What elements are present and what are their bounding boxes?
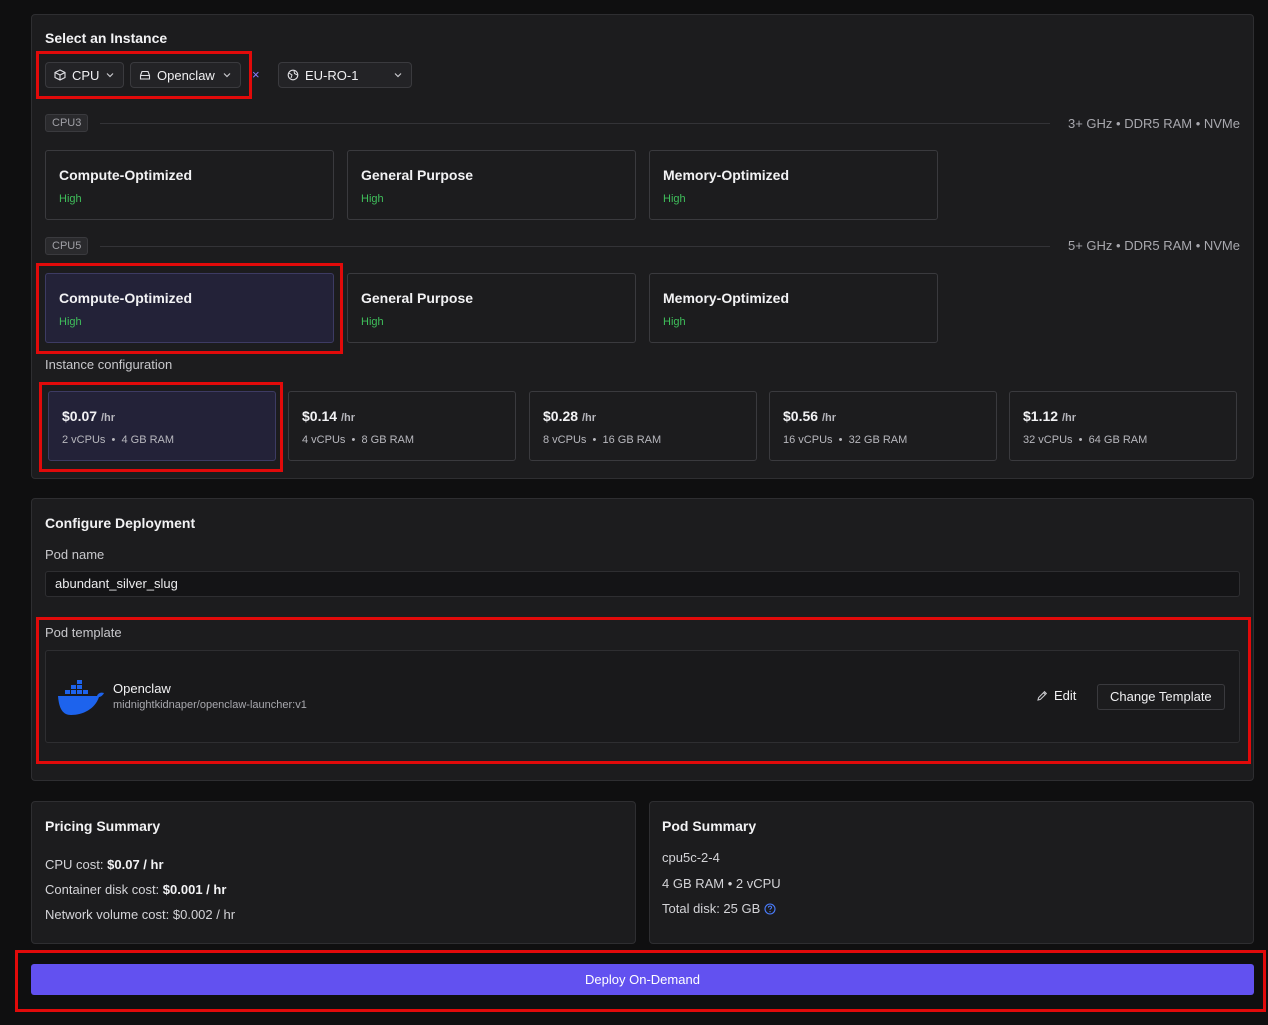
pod-template-card: Openclaw midnightkidnaper/openclaw-launc… bbox=[45, 650, 1240, 743]
config-price: $0.14 bbox=[302, 408, 338, 424]
cpu-cost-label: CPU cost: bbox=[45, 857, 104, 872]
config-per: /hr bbox=[821, 412, 836, 424]
config-option[interactable]: $0.07 /hr 2 vCPUs • 4 GB RAM bbox=[48, 391, 276, 461]
template-filter-dropdown[interactable]: Openclaw bbox=[130, 62, 241, 88]
region-filter-label: EU-RO-1 bbox=[305, 67, 359, 83]
cpu5-compute-optimized-card[interactable]: Compute-Optimized High bbox=[45, 273, 334, 343]
config-price: $0.56 bbox=[783, 408, 819, 424]
pod-disk-label: Total disk: 25 GB bbox=[662, 901, 761, 916]
config-per: /hr bbox=[1061, 412, 1076, 424]
config-ram: 4 GB RAM bbox=[121, 434, 175, 446]
pod-summary-title: Pod Summary bbox=[662, 818, 757, 834]
config-vcpus: 2 vCPUs bbox=[62, 434, 106, 446]
cpu3-tag: CPU3 bbox=[45, 114, 89, 132]
card-name: Compute-Optimized bbox=[59, 290, 192, 306]
card-name: Memory-Optimized bbox=[663, 290, 790, 306]
card-level: High bbox=[361, 193, 384, 205]
card-name: General Purpose bbox=[361, 290, 474, 306]
help-icon[interactable] bbox=[764, 902, 776, 915]
config-vcpus: 16 vCPUs bbox=[783, 434, 833, 446]
cpu5-memory-optimized-card[interactable]: Memory-Optimized High bbox=[649, 273, 938, 343]
card-name: General Purpose bbox=[361, 167, 474, 183]
change-template-button[interactable]: Change Template bbox=[1097, 684, 1225, 710]
config-vcpus: 8 vCPUs bbox=[543, 434, 587, 446]
card-name: Memory-Optimized bbox=[663, 167, 790, 183]
deploy-on-demand-button[interactable]: Deploy On-Demand bbox=[31, 964, 1254, 995]
config-option[interactable]: $0.28 /hr 8 vCPUs • 16 GB RAM bbox=[529, 391, 757, 461]
cpu3-compute-optimized-card[interactable]: Compute-Optimized High bbox=[45, 150, 334, 220]
type-filter-dropdown[interactable]: CPU bbox=[45, 62, 124, 88]
cpu3-spec: 3+ GHz • DDR5 RAM • NVMe bbox=[1068, 116, 1240, 131]
template-filter-label: Openclaw bbox=[157, 67, 215, 83]
cpu3-memory-optimized-card[interactable]: Memory-Optimized High bbox=[649, 150, 938, 220]
config-price: $0.28 bbox=[543, 408, 579, 424]
config-vcpus: 4 vCPUs bbox=[302, 434, 346, 446]
pod-name-input[interactable]: abundant_silver_slug bbox=[45, 571, 1240, 597]
pod-name-label: Pod name bbox=[45, 547, 105, 562]
cpu5-general-purpose-card[interactable]: General Purpose High bbox=[347, 273, 636, 343]
instance-config-label: Instance configuration bbox=[45, 357, 173, 372]
region-filter-dropdown[interactable]: EU-RO-1 bbox=[278, 62, 412, 88]
clear-filter-icon[interactable]: × bbox=[252, 67, 260, 82]
cpu3-divider bbox=[100, 123, 1050, 124]
cube-icon bbox=[54, 69, 66, 81]
config-option[interactable]: $0.14 /hr 4 vCPUs • 8 GB RAM bbox=[288, 391, 516, 461]
cpu5-tag: CPU5 bbox=[45, 237, 89, 255]
template-image: midnightkidnaper/openclaw-launcher:v1 bbox=[113, 699, 307, 711]
card-level: High bbox=[663, 193, 686, 205]
card-name: Compute-Optimized bbox=[59, 167, 192, 183]
instance-title: Select an Instance bbox=[45, 30, 168, 46]
config-option[interactable]: $0.56 /hr 16 vCPUs • 32 GB RAM bbox=[769, 391, 997, 461]
drive-icon bbox=[139, 70, 151, 80]
disk-cost-value: $0.001 / hr bbox=[162, 882, 227, 897]
network-cost: Network volume cost: $0.002 / hr bbox=[45, 907, 236, 922]
edit-button[interactable]: Edit bbox=[1036, 688, 1076, 703]
type-filter-label: CPU bbox=[72, 67, 100, 83]
chevron-down-icon bbox=[394, 73, 402, 78]
config-ram: 16 GB RAM bbox=[602, 434, 662, 446]
docker-icon bbox=[58, 680, 104, 715]
edit-label: Edit bbox=[1054, 688, 1077, 703]
disk-cost: Container disk cost: $0.001 / hr bbox=[45, 882, 226, 897]
cpu5-spec: 5+ GHz • DDR5 RAM • NVMe bbox=[1068, 238, 1240, 253]
globe-icon bbox=[287, 69, 299, 81]
pod-resources: 4 GB RAM • 2 vCPU bbox=[662, 876, 781, 891]
template-name: Openclaw bbox=[113, 681, 171, 696]
cpu-cost: CPU cost: $0.07 / hr bbox=[45, 857, 164, 872]
pod-disk: Total disk: 25 GB bbox=[662, 901, 776, 916]
config-ram: 8 GB RAM bbox=[361, 434, 415, 446]
config-vcpus: 32 vCPUs bbox=[1023, 434, 1073, 446]
config-per: /hr bbox=[340, 412, 355, 424]
config-option[interactable]: $1.12 /hr 32 vCPUs • 64 GB RAM bbox=[1009, 391, 1237, 461]
cpu5-divider bbox=[100, 246, 1050, 247]
card-level: High bbox=[361, 316, 384, 328]
config-price: $1.12 bbox=[1023, 408, 1059, 424]
card-level: High bbox=[59, 316, 82, 328]
disk-cost-label: Container disk cost: bbox=[45, 882, 160, 897]
pod-template-label: Pod template bbox=[45, 625, 122, 640]
pencil-icon bbox=[1037, 690, 1048, 701]
config-ram: 32 GB RAM bbox=[848, 434, 908, 446]
cpu-cost-value: $0.07 / hr bbox=[107, 857, 164, 872]
deployment-title: Configure Deployment bbox=[45, 515, 196, 531]
card-level: High bbox=[59, 193, 82, 205]
chevron-down-icon bbox=[223, 73, 231, 78]
config-per: /hr bbox=[100, 412, 115, 424]
chevron-down-icon bbox=[107, 73, 114, 78]
config-price: $0.07 bbox=[62, 408, 98, 424]
cpu3-general-purpose-card[interactable]: General Purpose High bbox=[347, 150, 636, 220]
config-per: /hr bbox=[581, 412, 596, 424]
config-ram: 64 GB RAM bbox=[1088, 434, 1148, 446]
pod-id: cpu5c-2-4 bbox=[662, 850, 720, 865]
card-level: High bbox=[663, 316, 686, 328]
pricing-summary-title: Pricing Summary bbox=[45, 818, 161, 834]
